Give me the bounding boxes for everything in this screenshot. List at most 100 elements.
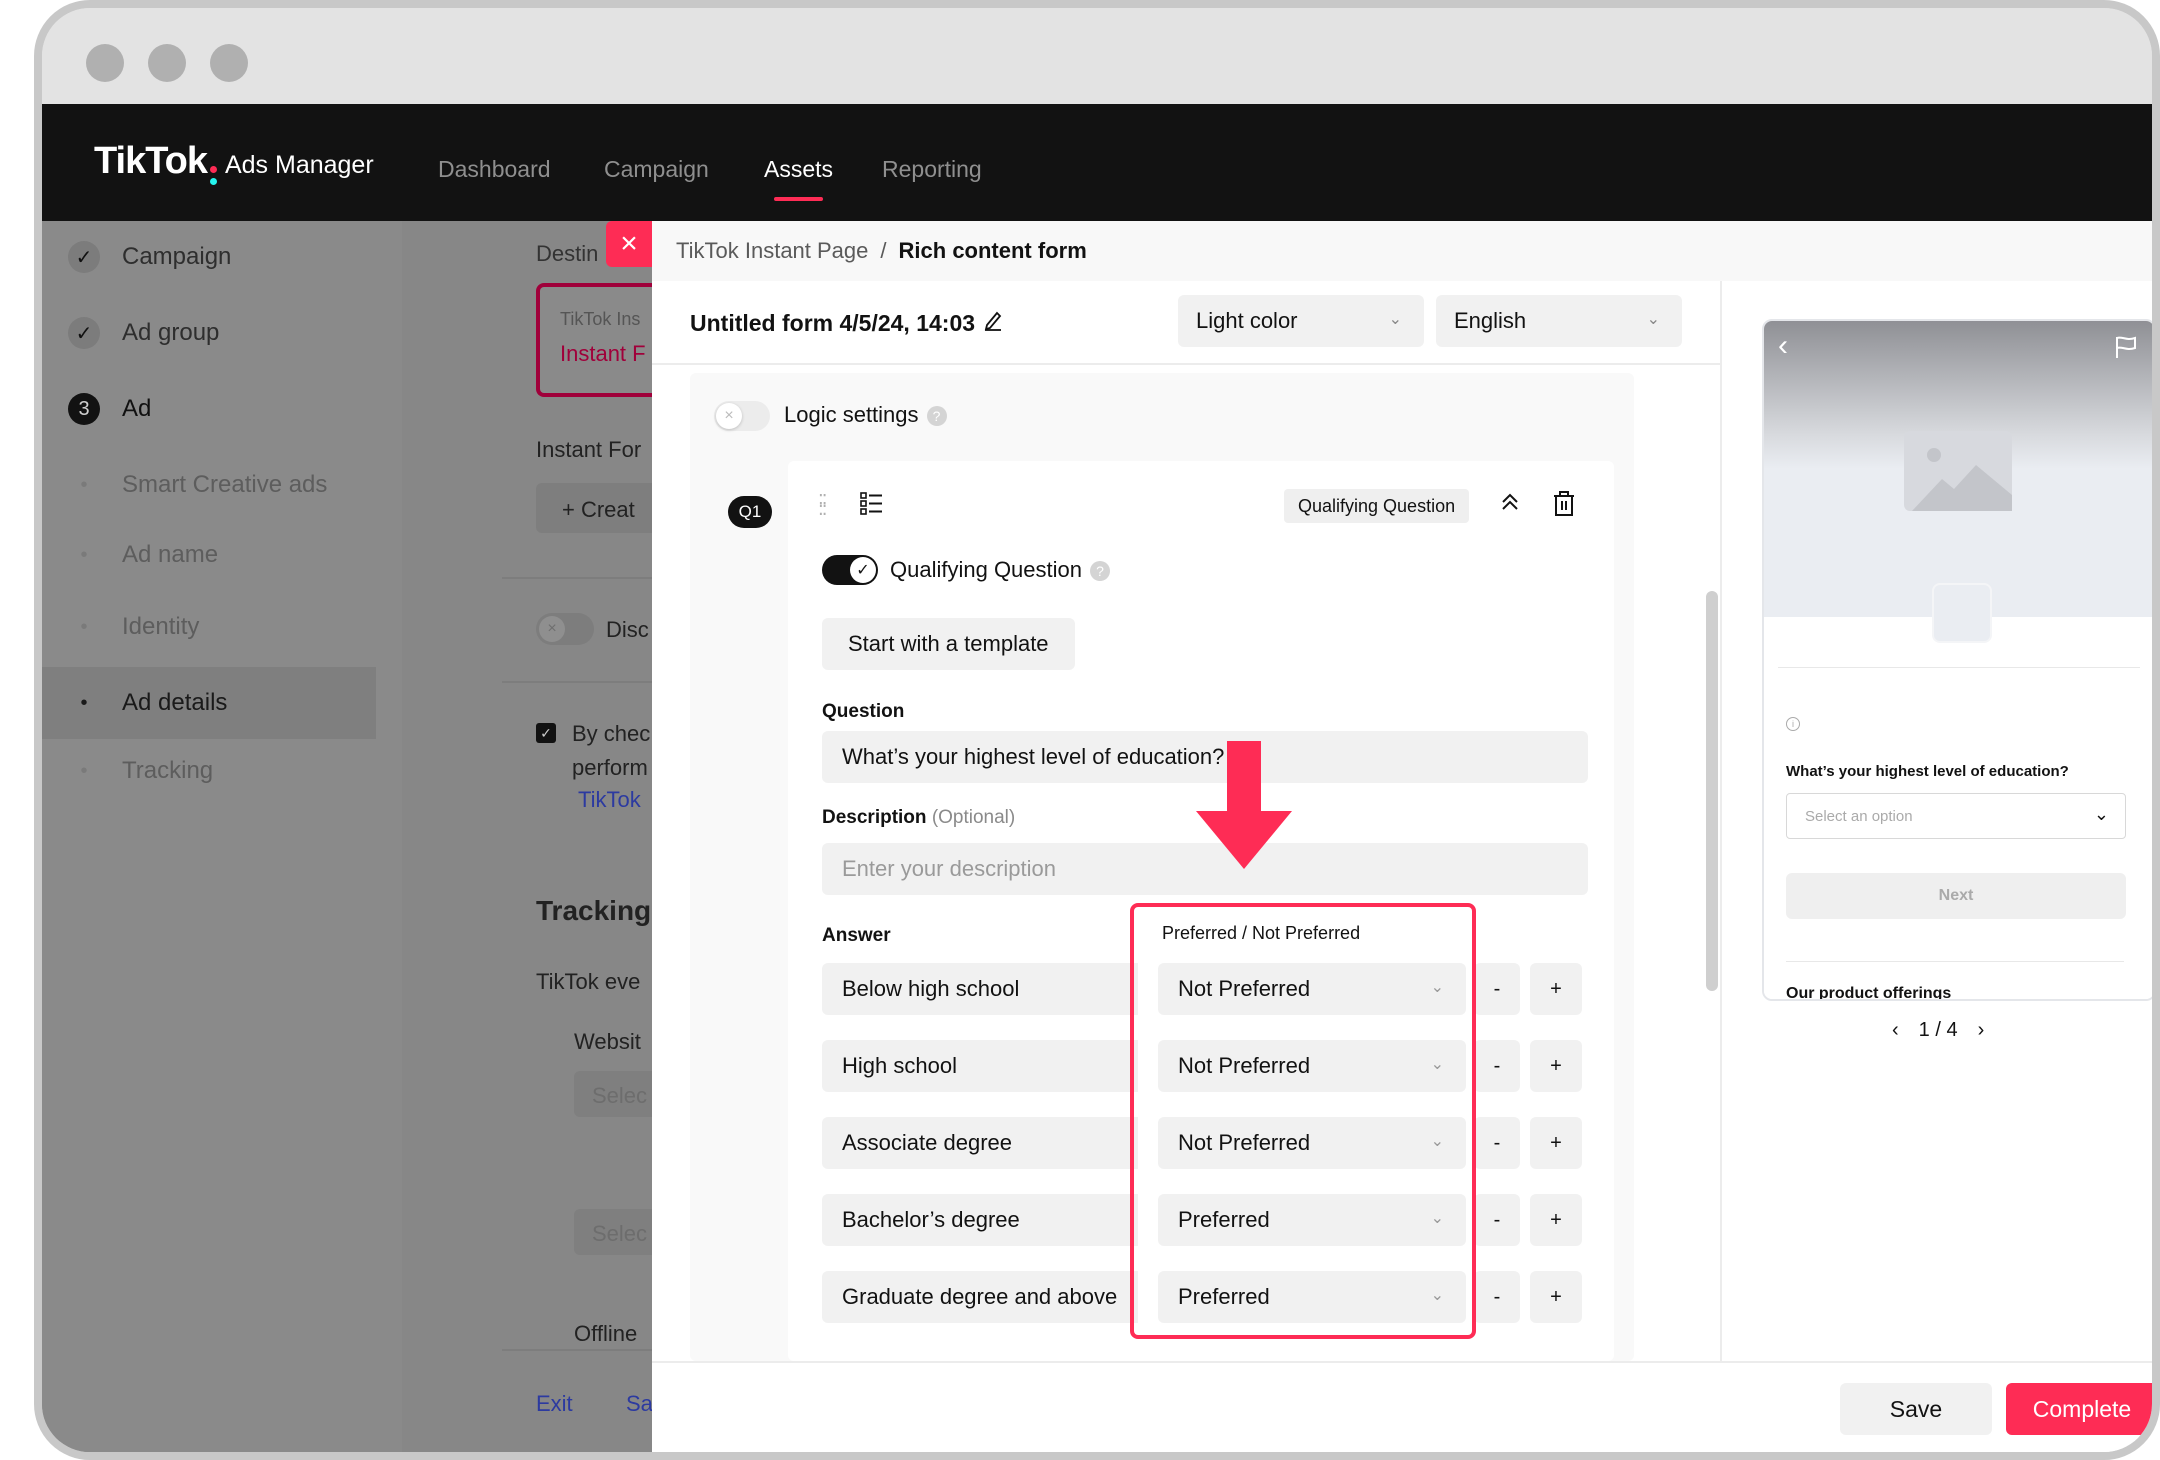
preference-select[interactable]: Not Preferred ⌄ bbox=[1158, 963, 1466, 1015]
help-icon[interactable]: ? bbox=[926, 406, 947, 427]
preview-section-heading: Our product offerings bbox=[1786, 985, 1952, 1001]
help-icon[interactable]: ? bbox=[1090, 561, 1110, 582]
page-indicator: 1 / 4 bbox=[1918, 1019, 1958, 1041]
consent-link[interactable]: TikTok bbox=[578, 787, 641, 813]
info-icon[interactable]: i bbox=[1786, 717, 1800, 731]
answer-text: Graduate degree and above bbox=[842, 1284, 1118, 1309]
qualifying-question-text: Qualifying Question bbox=[890, 557, 1082, 582]
answer-input[interactable]: Associate degree bbox=[822, 1117, 1138, 1169]
preview-pager: ‹ 1 / 4 › bbox=[1892, 1019, 1984, 1042]
chevron-down-icon: ⌄ bbox=[1388, 311, 1402, 328]
maximize-window-dot-icon[interactable] bbox=[210, 44, 248, 82]
question-card: ⁚⁚⁚⁚ Qualifying Question Qualifying Ques… bbox=[788, 461, 1614, 1361]
edit-pencil-icon[interactable] bbox=[983, 309, 1003, 337]
save-link[interactable]: Sa bbox=[626, 1391, 653, 1417]
preview-answer-select[interactable]: Select an option ⌄ bbox=[1786, 793, 2126, 839]
complete-button[interactable]: Complete bbox=[2006, 1383, 2152, 1435]
tiktok-events-label: TikTok eve bbox=[536, 969, 641, 994]
divider bbox=[1786, 961, 2124, 962]
previous-page-icon[interactable]: ‹ bbox=[1892, 1019, 1899, 1042]
tiktok-ads-manager-logo[interactable]: TikTok Ads Manager bbox=[94, 140, 374, 185]
step-ad-group[interactable]: ✓ Ad group bbox=[68, 317, 219, 349]
next-page-icon[interactable]: › bbox=[1978, 1019, 1985, 1042]
drawer-footer: Save Complete bbox=[652, 1361, 2152, 1452]
close-drawer-button[interactable]: × bbox=[606, 221, 652, 267]
step-label: Campaign bbox=[122, 243, 232, 270]
toggle-off-icon: × bbox=[539, 616, 565, 642]
preference-select[interactable]: Not Preferred ⌄ bbox=[1158, 1117, 1466, 1169]
theme-select[interactable]: Light color ⌄ bbox=[1178, 295, 1424, 347]
logo-brand: TikTok bbox=[94, 140, 208, 182]
campaign-steps-sidebar: ✓ Campaign ✓ Ad group 3 Ad • Smart Creat… bbox=[42, 221, 402, 1452]
check-icon: ✓ bbox=[68, 317, 100, 349]
step-campaign[interactable]: ✓ Campaign bbox=[68, 241, 231, 273]
save-button[interactable]: Save bbox=[1840, 1383, 1992, 1435]
answer-input[interactable]: High school bbox=[822, 1040, 1138, 1092]
qualifying-question-toggle[interactable] bbox=[822, 555, 878, 585]
preference-column-label: Preferred / Not Preferred bbox=[1162, 923, 1361, 943]
step-ad[interactable]: 3 Ad bbox=[68, 393, 151, 425]
step-number-badge: 3 bbox=[68, 393, 100, 425]
form-scrollbar[interactable] bbox=[1706, 591, 1718, 991]
description-label-text: Description bbox=[822, 807, 927, 828]
answer-text: Associate degree bbox=[842, 1130, 1012, 1155]
question-input-value: What’s your highest level of education? bbox=[842, 744, 1225, 769]
disclaimer-toggle[interactable]: × bbox=[536, 613, 594, 645]
offline-events-label: Offline bbox=[574, 1321, 638, 1346]
add-answer-button[interactable]: + bbox=[1530, 963, 1582, 1015]
form-header: Untitled form 4/5/24, 14:03 Light color … bbox=[652, 281, 1720, 365]
preference-select[interactable]: Not Preferred ⌄ bbox=[1158, 1040, 1466, 1092]
delete-trash-icon[interactable] bbox=[1552, 491, 1576, 522]
step-label: Ad group bbox=[122, 319, 220, 346]
preference-select[interactable]: Preferred ⌄ bbox=[1158, 1271, 1466, 1323]
language-select[interactable]: English ⌄ bbox=[1436, 295, 1682, 347]
collapse-chevrons-icon[interactable] bbox=[1500, 491, 1520, 519]
answer-input[interactable]: Bachelor’s degree bbox=[822, 1194, 1138, 1246]
breadcrumb-parent[interactable]: TikTok Instant Page bbox=[676, 238, 868, 264]
add-answer-button[interactable]: + bbox=[1530, 1271, 1582, 1323]
consent-checkbox[interactable]: ✓ bbox=[536, 723, 556, 743]
answer-input[interactable]: Below high school bbox=[822, 963, 1138, 1015]
add-answer-button[interactable]: + bbox=[1530, 1117, 1582, 1169]
remove-answer-button[interactable]: - bbox=[1474, 963, 1520, 1015]
remove-answer-button[interactable]: - bbox=[1474, 1040, 1520, 1092]
qualifying-question-label: Qualifying Question? bbox=[890, 557, 1110, 583]
preference-value: Preferred bbox=[1178, 1207, 1270, 1232]
question-type-tag: Qualifying Question bbox=[1284, 489, 1470, 523]
logic-settings-toggle[interactable] bbox=[714, 401, 770, 431]
substep-identity[interactable]: • Identity bbox=[68, 613, 402, 641]
back-chevron-icon[interactable]: ‹ bbox=[1778, 329, 1788, 363]
drag-handle-icon[interactable]: ⁚⁚ ⁚⁚ bbox=[818, 492, 828, 518]
start-with-template-button[interactable]: Start with a template bbox=[822, 618, 1075, 670]
preview-next-button[interactable]: Next bbox=[1786, 873, 2126, 919]
minimize-window-dot-icon[interactable] bbox=[148, 44, 186, 82]
remove-answer-button[interactable]: - bbox=[1474, 1194, 1520, 1246]
substep-smart-creative-ads[interactable]: • Smart Creative ads bbox=[68, 471, 402, 499]
nav-assets[interactable]: Assets bbox=[764, 156, 833, 201]
breadcrumb-current: Rich content form bbox=[898, 238, 1087, 263]
preference-select[interactable]: Preferred ⌄ bbox=[1158, 1194, 1466, 1246]
nav-reporting[interactable]: Reporting bbox=[882, 156, 982, 183]
substep-label: Identity bbox=[122, 613, 200, 640]
exit-link[interactable]: Exit bbox=[536, 1391, 573, 1417]
question-label: Question bbox=[822, 701, 905, 722]
brand-logo-placeholder-icon bbox=[1932, 583, 1992, 643]
substep-tracking[interactable]: • Tracking bbox=[68, 757, 402, 785]
add-answer-button[interactable]: + bbox=[1530, 1194, 1582, 1246]
substep-ad-details[interactable]: • Ad details bbox=[42, 667, 376, 739]
preference-value: Not Preferred bbox=[1178, 976, 1311, 1001]
answer-input[interactable]: Graduate degree and above bbox=[822, 1271, 1138, 1323]
nav-campaign[interactable]: Campaign bbox=[604, 156, 709, 183]
substep-label: Tracking bbox=[122, 757, 214, 784]
remove-answer-button[interactable]: - bbox=[1474, 1271, 1520, 1323]
rich-content-form-drawer: TikTok Instant Page / Rich content form … bbox=[652, 221, 2152, 1452]
select-placeholder: Selec bbox=[592, 1083, 648, 1108]
add-answer-button[interactable]: + bbox=[1530, 1040, 1582, 1092]
substep-ad-name[interactable]: • Ad name bbox=[68, 541, 402, 569]
nav-dashboard[interactable]: Dashboard bbox=[438, 156, 551, 183]
answer-text: High school bbox=[842, 1053, 957, 1078]
remove-answer-button[interactable]: - bbox=[1474, 1117, 1520, 1169]
substep-label: Ad name bbox=[122, 541, 219, 568]
close-window-dot-icon[interactable] bbox=[86, 44, 124, 82]
report-flag-icon[interactable] bbox=[2114, 335, 2138, 364]
